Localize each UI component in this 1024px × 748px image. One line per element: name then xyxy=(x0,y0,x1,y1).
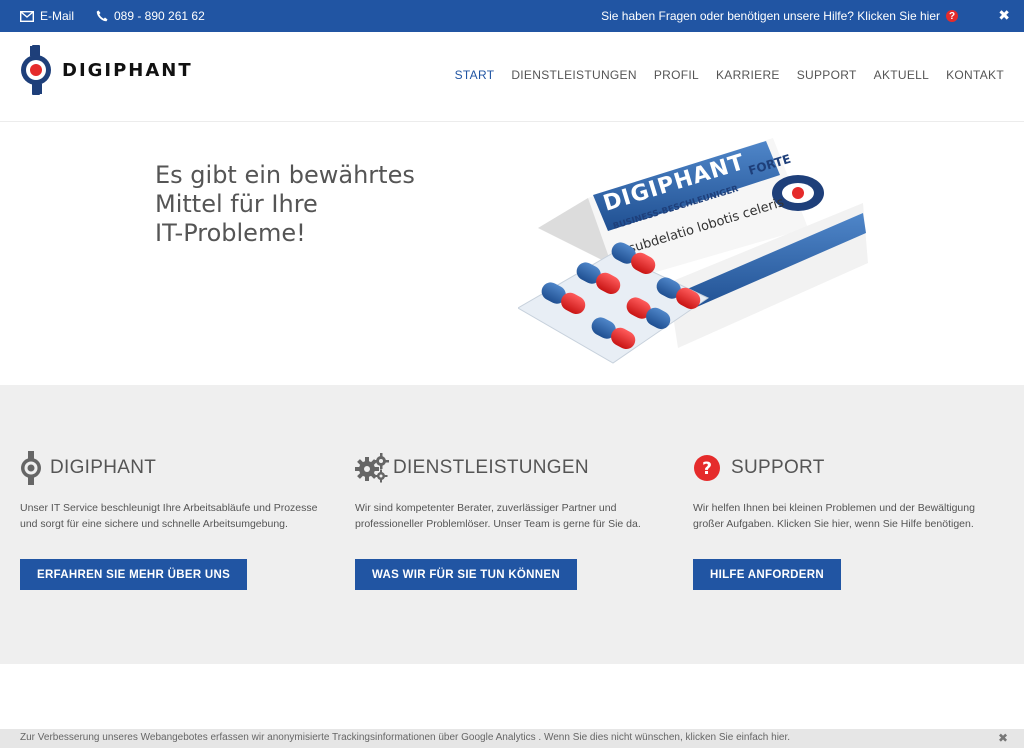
help-link[interactable]: Sie haben Fragen oder benötigen unsere H… xyxy=(601,9,958,23)
feature-title: SUPPORT xyxy=(731,457,825,478)
services-button[interactable]: WAS WIR FÜR SIE TUN KÖNNEN xyxy=(355,559,577,590)
feature-text: Wir sind kompetenter Berater, zuverlässi… xyxy=(355,502,641,530)
hero-line-1: Es gibt ein bewährtes xyxy=(155,161,415,189)
request-help-button[interactable]: HILFE ANFORDERN xyxy=(693,559,841,590)
question-circle-icon: ? xyxy=(694,455,720,481)
site-logo[interactable]: DIGIPHANT xyxy=(18,44,193,96)
nav-dienstleistungen[interactable]: DIENSTLEISTUNGEN xyxy=(511,68,637,82)
help-text: Sie haben Fragen oder benötigen unsere H… xyxy=(601,9,940,23)
topbar-close-icon[interactable]: ✖ xyxy=(998,7,1010,24)
phone-link[interactable]: 089 - 890 261 62 xyxy=(96,9,205,23)
pill-box-image: DIGIPHANT FORTE BUSINESS-BESCHLEUNIGER s… xyxy=(518,138,868,364)
hero-line-2: Mittel für Ihre xyxy=(155,190,318,218)
feature-title-row: DIENSTLEISTUNGEN xyxy=(355,450,665,486)
nav-start[interactable]: START xyxy=(455,68,495,82)
feature-digiphant: DIGIPHANT Unser IT Service beschleunigt … xyxy=(20,450,330,532)
feature-title: DIENSTLEISTUNGEN xyxy=(393,457,589,478)
question-icon: ? xyxy=(946,10,958,22)
envelope-icon xyxy=(20,10,34,22)
cookie-text[interactable]: Zur Verbesserung unseres Webangebotes er… xyxy=(20,732,790,743)
nav-support[interactable]: SUPPORT xyxy=(797,68,857,82)
svg-text:?: ? xyxy=(702,459,712,479)
email-link[interactable]: E-Mail xyxy=(20,9,74,23)
nav-karriere[interactable]: KARRIERE xyxy=(716,68,780,82)
feature-text: Unser IT Service beschleunigt Ihre Arbei… xyxy=(20,502,318,530)
phone-icon xyxy=(96,10,108,22)
nav-profil[interactable]: PROFIL xyxy=(654,68,699,82)
gears-icon xyxy=(355,453,389,483)
email-label: E-Mail xyxy=(40,9,75,23)
logo-text: DIGIPHANT xyxy=(62,59,193,81)
phone-number: 089 - 890 261 62 xyxy=(114,9,205,23)
site-header: DIGIPHANT START DIENSTLEISTUNGEN PROFIL … xyxy=(0,32,1024,122)
feature-text: Wir helfen Ihnen bei kleinen Problemen u… xyxy=(693,502,975,530)
feature-title: DIGIPHANT xyxy=(50,457,157,478)
top-bar: E-Mail 089 - 890 261 62 Sie haben Fragen… xyxy=(0,0,1024,32)
feature-title-row: DIGIPHANT xyxy=(20,450,330,486)
digiphant-logo-icon xyxy=(21,45,51,95)
feature-title-row: ? SUPPORT xyxy=(693,450,1003,486)
about-us-button[interactable]: ERFAHREN SIE MEHR ÜBER UNS xyxy=(20,559,248,590)
nav-kontakt[interactable]: KONTAKT xyxy=(946,68,1004,82)
main-nav: START DIENSTLEISTUNGEN PROFIL KARRIERE S… xyxy=(455,68,1004,82)
features-section: DIGIPHANT Unser IT Service beschleunigt … xyxy=(0,385,1024,664)
feature-support: ? SUPPORT Wir helfen Ihnen bei kleinen P… xyxy=(693,450,1003,532)
hero-headline: Es gibt ein bewährtes Mittel für Ihre IT… xyxy=(155,161,475,248)
digiphant-logo-icon xyxy=(21,451,41,485)
feature-dienstleistungen: DIENSTLEISTUNGEN Wir sind kompetenter Be… xyxy=(355,450,665,532)
nav-aktuell[interactable]: AKTUELL xyxy=(874,68,929,82)
cookie-notice: Zur Verbesserung unseres Webangebotes er… xyxy=(0,729,1024,748)
hero-line-3: IT-Probleme! xyxy=(155,219,306,247)
cookie-close-icon[interactable]: ✖ xyxy=(998,731,1008,745)
hero-section: Es gibt ein bewährtes Mittel für Ihre IT… xyxy=(0,123,1024,385)
